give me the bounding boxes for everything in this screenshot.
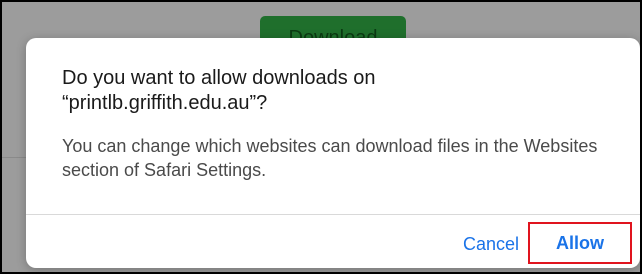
dialog-divider: [26, 214, 640, 215]
dialog-title: Do you want to allow downloads on “print…: [62, 67, 376, 114]
dialog-message: You can change which websites can downlo…: [62, 136, 598, 180]
allow-button[interactable]: Allow: [528, 222, 632, 264]
screenshot-frame: Download Do you want to allow downloads …: [2, 2, 640, 272]
cancel-button[interactable]: Cancel: [446, 230, 536, 258]
download-permission-dialog: Do you want to allow downloads on “print…: [26, 38, 640, 268]
